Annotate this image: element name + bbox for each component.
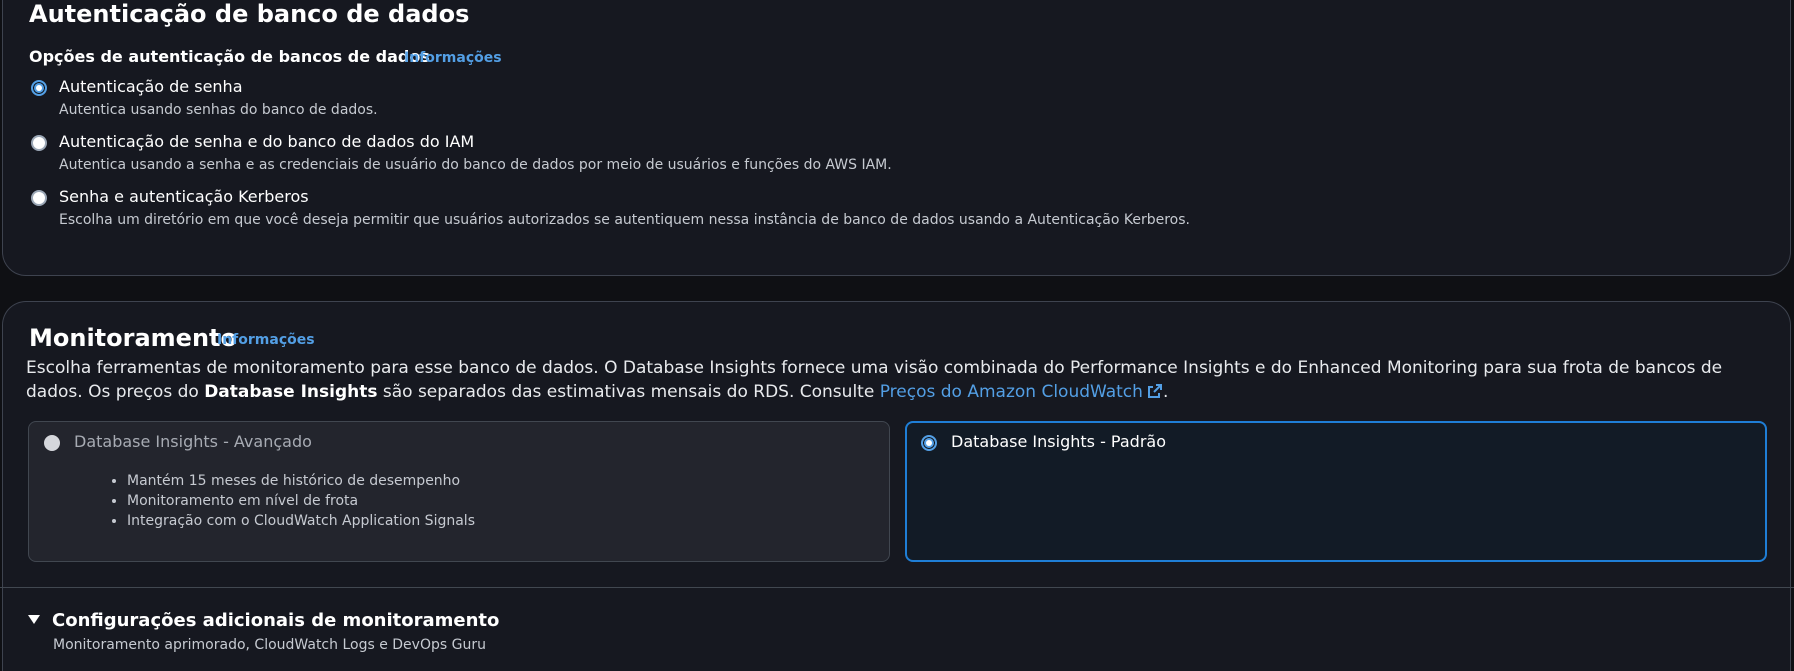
option-description: Autentica usando a senha e as credenciai… <box>59 157 892 173</box>
divider <box>0 587 1794 588</box>
auth-title: Autenticação de banco de dados <box>29 0 470 28</box>
feature-list: Mantém 15 meses de histórico de desempen… <box>107 471 475 531</box>
cloudwatch-pricing-link[interactable]: Preços do Amazon CloudWatch <box>880 382 1163 402</box>
radio-insights-advanced[interactable] <box>44 435 60 451</box>
tile-database-insights-advanced[interactable]: Database Insights - Avançado Mantém 15 m… <box>28 421 890 562</box>
expander-title: Configurações adicionais de monitorament… <box>52 610 500 631</box>
expander-subtitle: Monitoramento aprimorado, CloudWatch Log… <box>53 637 486 653</box>
list-item: Mantém 15 meses de histórico de desempen… <box>127 471 475 491</box>
list-item: Monitoramento em nível de frota <box>127 491 475 511</box>
monitoring-info-link[interactable]: Informações <box>217 332 315 348</box>
auth-options-heading: Opções de autenticação de bancos de dado… <box>29 47 430 66</box>
option-description: Autentica usando senhas do banco de dado… <box>59 102 378 118</box>
option-label[interactable]: Autenticação de senha e do banco de dado… <box>59 132 474 151</box>
tile-title: Database Insights - Avançado <box>74 432 312 451</box>
monitoring-title: Monitoramento <box>29 324 238 352</box>
radio-kerberos-auth[interactable] <box>31 190 47 206</box>
tile-title: Database Insights - Padrão <box>951 432 1166 451</box>
radio-password-auth[interactable] <box>31 80 47 96</box>
list-item: Integração com o CloudWatch Application … <box>127 511 475 531</box>
monitoring-description: Escolha ferramentas de monitoramento par… <box>26 358 1723 402</box>
radio-iam-auth[interactable] <box>31 135 47 151</box>
description-text: são separados das estimativas mensais do… <box>377 382 880 402</box>
caret-down-icon <box>28 615 40 624</box>
auth-info-link[interactable]: Informações <box>404 50 502 66</box>
tile-database-insights-standard[interactable]: Database Insights - Padrão <box>905 421 1767 562</box>
option-label[interactable]: Autenticação de senha <box>59 77 243 96</box>
option-label[interactable]: Senha e autenticação Kerberos <box>59 187 309 206</box>
radio-insights-standard[interactable] <box>921 435 937 451</box>
external-link-icon <box>1147 384 1162 398</box>
description-bold: Database Insights <box>204 382 378 402</box>
option-description: Escolha um diretório em que você deseja … <box>59 212 1190 228</box>
auth-container: Autenticação de banco de dados Opções de… <box>2 0 1791 276</box>
